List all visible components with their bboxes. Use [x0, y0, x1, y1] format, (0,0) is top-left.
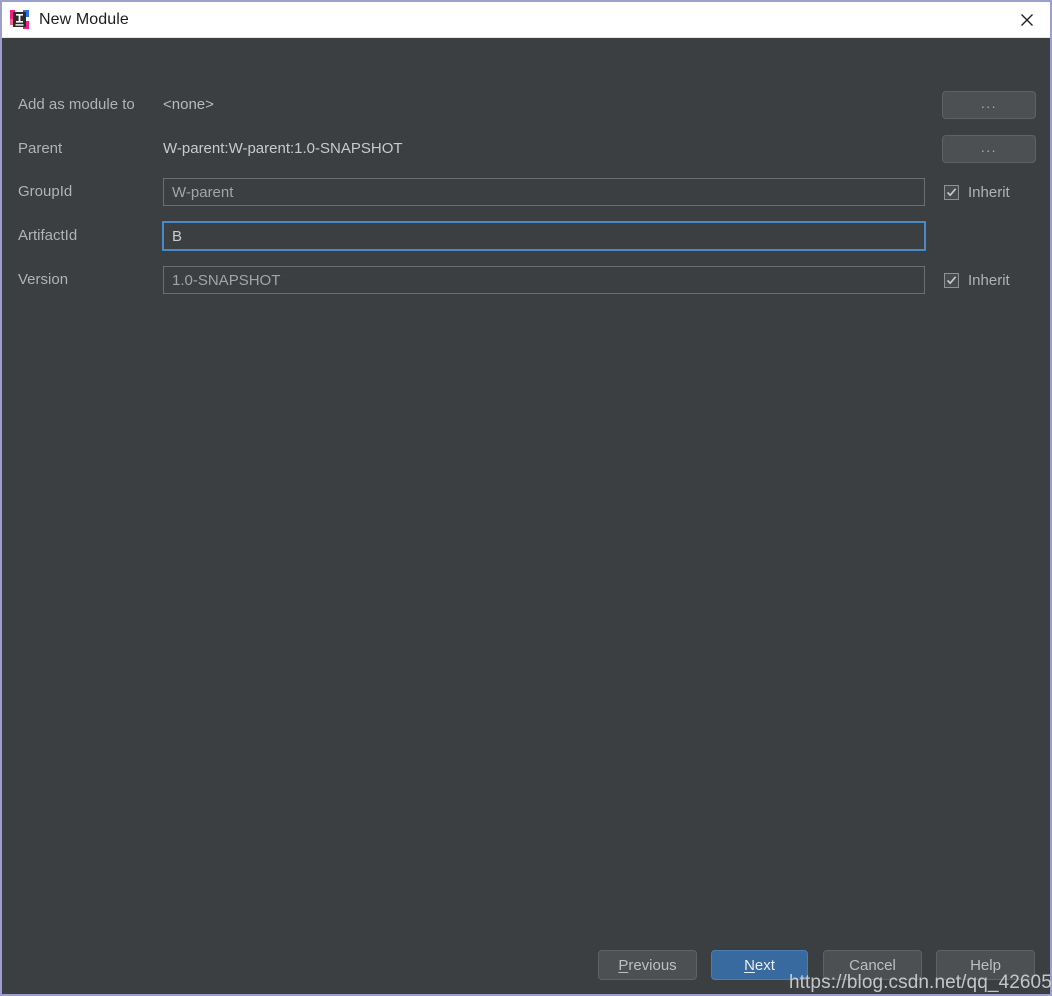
group-id-inherit-label: Inherit — [968, 183, 1010, 201]
parent-label: Parent — [18, 140, 63, 157]
artifact-id-label: ArtifactId — [18, 227, 78, 244]
group-id-inherit-checkbox[interactable]: Inherit — [944, 177, 1010, 207]
field-row-group-id: GroupId Inherit — [2, 177, 1050, 207]
add-as-module-to-value: <none> — [163, 96, 214, 113]
group-id-label: GroupId — [18, 183, 73, 200]
title-bar: New Module — [2, 2, 1050, 38]
parent-browse-button[interactable]: ... — [942, 135, 1036, 163]
next-mnemonic: N — [744, 956, 755, 974]
version-inherit-checkbox[interactable]: Inherit — [944, 265, 1010, 295]
parent-value: W-parent:W-parent:1.0-SNAPSHOT — [163, 140, 403, 157]
checkbox-checked-icon — [944, 272, 959, 288]
dialog-content: Add as module to <none> ... Parent W-par… — [2, 38, 1052, 994]
intellij-idea-logo-icon — [10, 10, 29, 29]
field-row-parent: Parent W-parent:W-parent:1.0-SNAPSHOT ..… — [2, 134, 1050, 164]
checkbox-checked-icon — [944, 184, 959, 200]
add-as-module-to-browse-button[interactable]: ... — [942, 91, 1036, 119]
field-row-version: Version Inherit — [2, 265, 1050, 295]
close-icon[interactable] — [1004, 2, 1050, 37]
new-module-dialog: New Module Add as module to <none> ... P… — [0, 0, 1052, 996]
add-as-module-to-label: Add as module to — [18, 96, 135, 113]
next-label-rest: ext — [754, 956, 775, 974]
group-id-input[interactable] — [163, 178, 925, 206]
previous-mnemonic: P — [618, 956, 629, 974]
window-title: New Module — [39, 10, 129, 28]
version-label: Version — [18, 271, 69, 288]
field-row-add-as-module-to: Add as module to <none> ... — [2, 90, 1050, 120]
version-input[interactable] — [163, 266, 925, 294]
artifact-id-input[interactable] — [162, 221, 926, 251]
version-inherit-label: Inherit — [968, 271, 1010, 289]
watermark-text: https://blog.csdn.net/qq_42605968 — [789, 972, 1052, 993]
previous-label-rest: revious — [628, 956, 677, 974]
previous-button[interactable]: Previous — [598, 950, 697, 980]
field-row-artifact-id: ArtifactId — [2, 221, 1050, 251]
